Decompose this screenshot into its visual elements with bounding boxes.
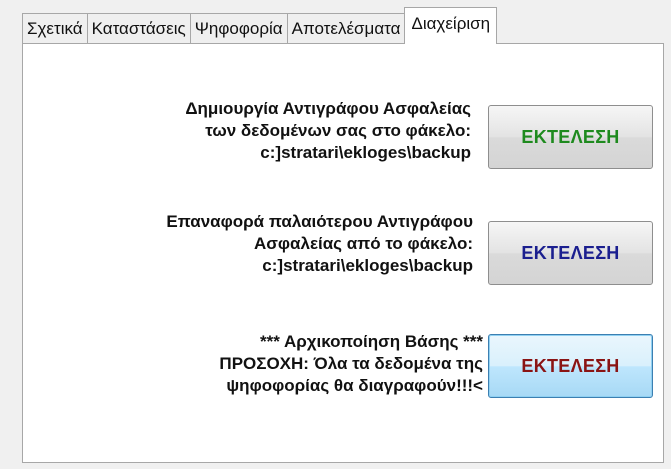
restore-description: Επαναφορά παλαιότερου Αντιγράφου Ασφαλεί… <box>166 211 473 277</box>
admin-window: Σχετικά Καταστάσεις Ψηφοφορία Αποτελέσμα… <box>0 0 671 469</box>
backup-line-3: c:]stratari\ekloges\backup <box>260 143 471 162</box>
restore-execute-button[interactable]: ΕΚΤΕΛΕΣΗ <box>488 221 653 285</box>
backup-line-1: Δημιουργία Αντιγράφου Ασφαλείας <box>185 99 471 118</box>
reset-execute-button[interactable]: ΕΚΤΕΛΕΣΗ <box>488 334 653 398</box>
reset-line-2: ΠΡΟΣΟΧΗ: Όλα τα δεδομένα της <box>219 354 483 373</box>
reset-line-1: *** Αρχικοποίηση Βάσης *** <box>260 332 483 351</box>
management-panel: Δημιουργία Αντιγράφου Ασφαλείας των δεδο… <box>22 43 664 463</box>
backup-execute-button[interactable]: ΕΚΤΕΛΕΣΗ <box>488 105 653 169</box>
backup-description: Δημιουργία Αντιγράφου Ασφαλείας των δεδο… <box>185 98 471 164</box>
reset-line-3: ψηφοφορίας θα διαγραφούν!!!< <box>226 376 483 395</box>
tab-reports[interactable]: Καταστάσεις <box>86 13 190 44</box>
backup-line-2: των δεδομένων σας στο φάκελο: <box>205 121 471 140</box>
restore-line-2: Ασφαλείας από το φάκελο: <box>253 234 473 253</box>
tab-about[interactable]: Σχετικά <box>22 13 87 44</box>
restore-line-3: c:]stratari\ekloges\backup <box>262 256 473 275</box>
tab-results[interactable]: Αποτελέσματα <box>286 13 406 44</box>
reset-description: *** Αρχικοποίηση Βάσης *** ΠΡΟΣΟΧΗ: Όλα … <box>219 331 483 397</box>
tab-voting[interactable]: Ψηφοφορία <box>189 13 287 44</box>
restore-line-1: Επαναφορά παλαιότερου Αντιγράφου <box>166 212 473 231</box>
tab-strip: Σχετικά Καταστάσεις Ψηφοφορία Αποτελέσμα… <box>22 7 498 44</box>
tab-management[interactable]: Διαχείριση <box>404 7 498 44</box>
